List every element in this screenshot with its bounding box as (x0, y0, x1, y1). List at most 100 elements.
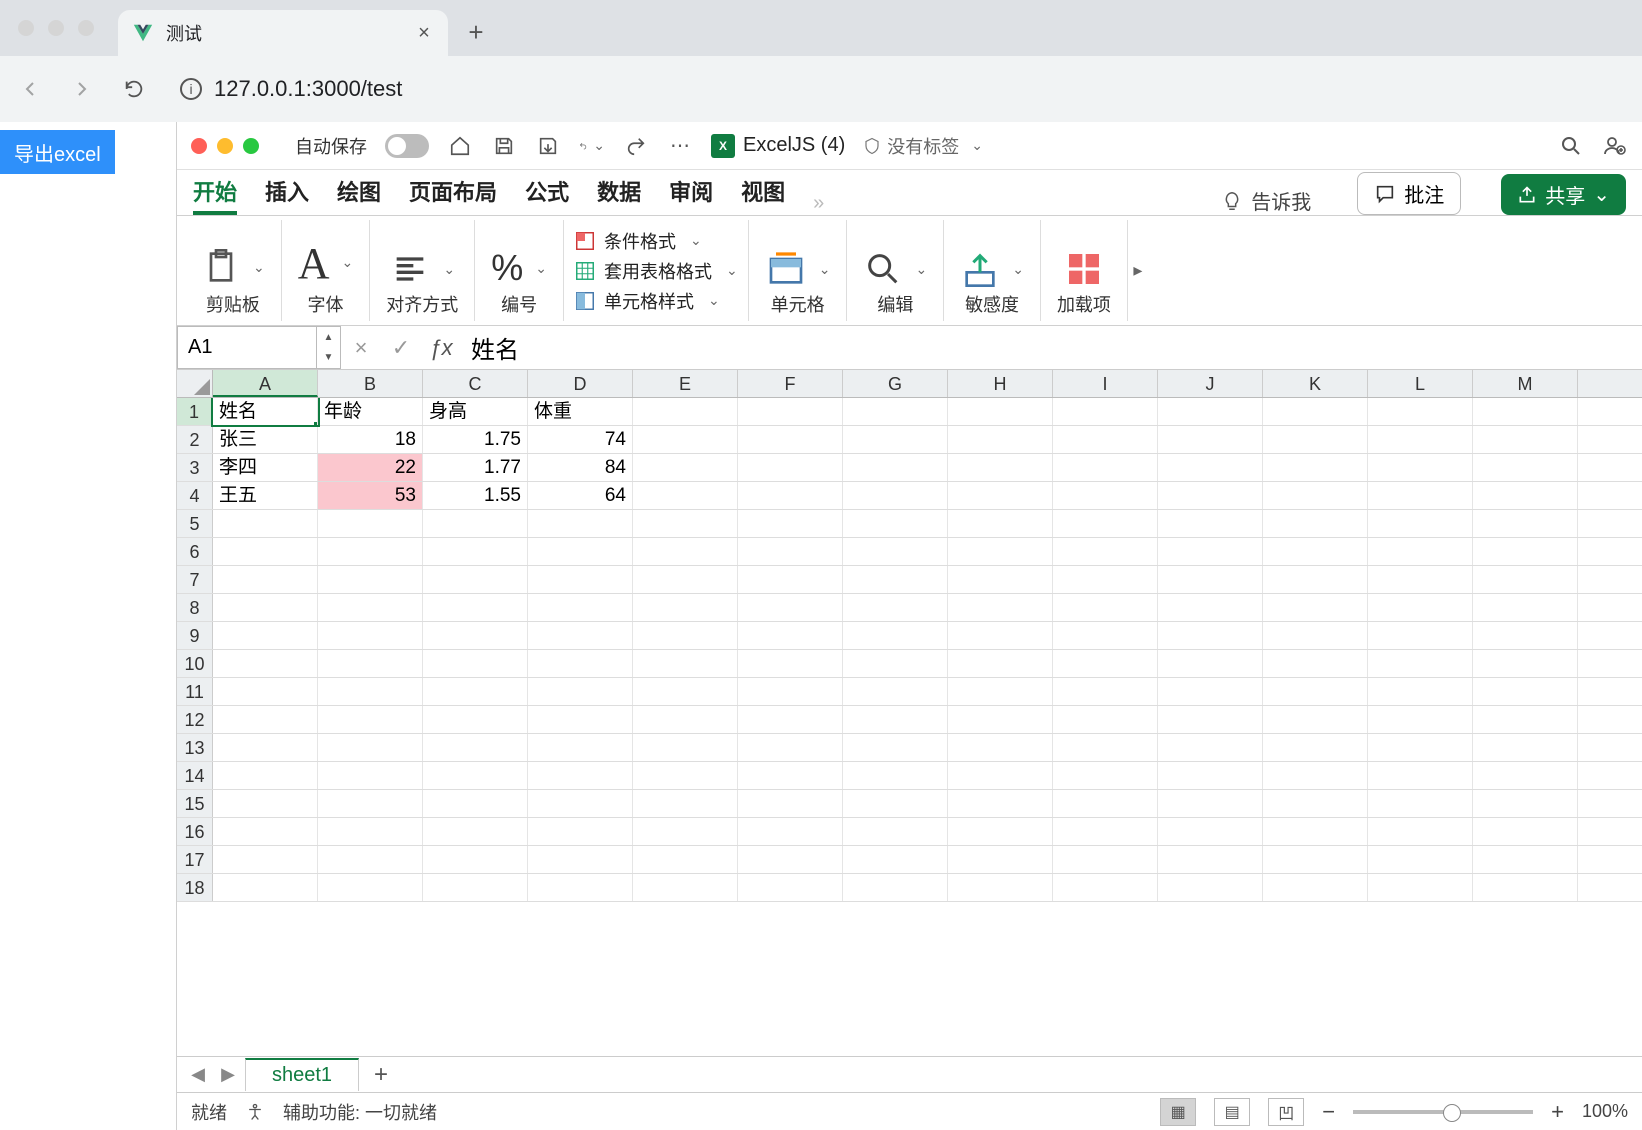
cell[interactable] (1158, 762, 1263, 789)
cell[interactable] (1368, 874, 1473, 901)
file-name[interactable]: ExcelJS (4) (743, 134, 845, 157)
cell[interactable] (1158, 482, 1263, 509)
cell[interactable]: 18 (318, 426, 423, 453)
accessibility-icon[interactable] (245, 1102, 265, 1122)
cell-styles[interactable]: 单元格样式 (574, 288, 738, 314)
cell[interactable] (1473, 594, 1578, 621)
row-header[interactable]: 14 (177, 762, 213, 789)
row-header[interactable]: 5 (177, 510, 213, 537)
row-header[interactable]: 13 (177, 734, 213, 761)
cell[interactable] (1053, 426, 1158, 453)
cell[interactable] (738, 566, 843, 593)
cell[interactable] (1473, 734, 1578, 761)
cell[interactable] (1368, 398, 1473, 425)
formula-cancel-icon[interactable]: × (341, 335, 381, 361)
zoom-slider[interactable] (1353, 1110, 1533, 1114)
browser-tab[interactable]: 测试 × (118, 10, 448, 56)
cell[interactable] (528, 594, 633, 621)
cell[interactable]: 张三 (213, 426, 318, 453)
cell[interactable] (738, 818, 843, 845)
row-header[interactable]: 11 (177, 678, 213, 705)
cell[interactable] (423, 790, 528, 817)
cell[interactable] (948, 594, 1053, 621)
cell[interactable] (318, 622, 423, 649)
cell[interactable] (318, 650, 423, 677)
add-sheet-button[interactable]: + (363, 1061, 399, 1089)
ribbon-tab-6[interactable]: 审阅 (669, 175, 713, 215)
row-header[interactable]: 18 (177, 874, 213, 901)
window-close[interactable] (18, 20, 34, 36)
cell[interactable] (1053, 846, 1158, 873)
cell[interactable]: 李四 (213, 454, 318, 481)
cell[interactable] (318, 762, 423, 789)
cell[interactable] (843, 454, 948, 481)
cell[interactable] (1053, 594, 1158, 621)
cell[interactable] (528, 622, 633, 649)
cell[interactable] (948, 706, 1053, 733)
cell[interactable] (843, 510, 948, 537)
cell[interactable] (1473, 790, 1578, 817)
cell[interactable]: 王五 (213, 482, 318, 509)
cell[interactable] (423, 538, 528, 565)
cell[interactable] (528, 566, 633, 593)
cell[interactable] (423, 566, 528, 593)
home-icon[interactable] (447, 133, 473, 159)
cell[interactable] (318, 510, 423, 537)
cell[interactable] (213, 594, 318, 621)
cell[interactable] (1368, 622, 1473, 649)
cell[interactable] (738, 846, 843, 873)
cell[interactable] (213, 678, 318, 705)
cell[interactable] (1263, 454, 1368, 481)
cell[interactable] (528, 734, 633, 761)
cell[interactable] (1368, 650, 1473, 677)
cell[interactable] (1053, 818, 1158, 845)
undo-button[interactable] (579, 133, 605, 159)
cell[interactable] (843, 538, 948, 565)
cell[interactable] (1263, 650, 1368, 677)
sheet-tab[interactable]: sheet1 (245, 1058, 359, 1091)
cell[interactable] (423, 594, 528, 621)
cell[interactable] (1263, 594, 1368, 621)
cell[interactable] (1473, 706, 1578, 733)
autosave-toggle[interactable] (385, 134, 429, 158)
cell[interactable] (1368, 482, 1473, 509)
tab-close-icon[interactable]: × (414, 23, 434, 43)
cell[interactable] (1368, 818, 1473, 845)
cell[interactable] (738, 454, 843, 481)
cell[interactable] (528, 510, 633, 537)
ribbon-group-alignment[interactable]: 对齐方式 (370, 220, 475, 321)
ribbon-tab-0[interactable]: 开始 (193, 175, 237, 215)
cell[interactable] (1053, 650, 1158, 677)
cell[interactable] (633, 566, 738, 593)
cell[interactable] (423, 650, 528, 677)
cell[interactable] (213, 650, 318, 677)
cell[interactable] (1158, 566, 1263, 593)
cell[interactable] (1368, 566, 1473, 593)
column-header[interactable]: K (1263, 370, 1368, 397)
cell[interactable] (633, 650, 738, 677)
cell[interactable] (1263, 398, 1368, 425)
cell[interactable] (1473, 846, 1578, 873)
row-header[interactable]: 3 (177, 454, 213, 481)
cell[interactable]: 64 (528, 482, 633, 509)
tags-dropdown[interactable]: 没有标签 (863, 133, 983, 159)
cell[interactable] (843, 650, 948, 677)
cell[interactable] (1053, 706, 1158, 733)
back-button[interactable] (10, 69, 50, 109)
cell[interactable] (318, 734, 423, 761)
column-header[interactable]: J (1158, 370, 1263, 397)
cell[interactable] (843, 398, 948, 425)
tell-me[interactable]: 告诉我 (1221, 186, 1311, 215)
cell[interactable] (633, 426, 738, 453)
cell[interactable] (1368, 678, 1473, 705)
cell[interactable] (843, 594, 948, 621)
reload-button[interactable] (114, 69, 154, 109)
cell[interactable] (423, 762, 528, 789)
column-header[interactable]: M (1473, 370, 1578, 397)
cell[interactable] (1158, 706, 1263, 733)
row-header[interactable]: 8 (177, 594, 213, 621)
formula-bar[interactable]: 姓名 (461, 330, 1642, 365)
cell[interactable] (1263, 566, 1368, 593)
cell[interactable] (633, 846, 738, 873)
cell[interactable] (1368, 706, 1473, 733)
